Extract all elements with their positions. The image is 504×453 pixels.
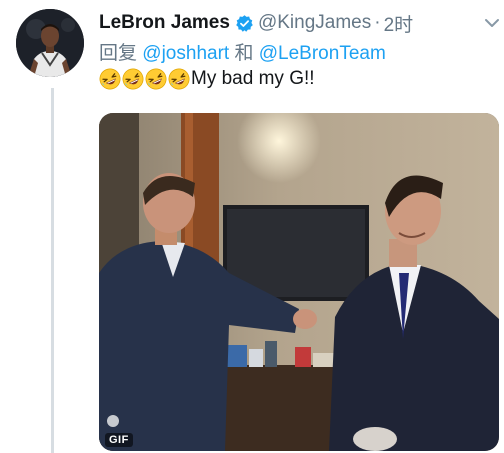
tweet-body: My bad my G!! [99,68,315,90]
thread-connector-line [51,88,54,453]
verified-badge-icon [236,14,253,32]
tweet-header: LeBron James @KingJames · 2时 [99,9,413,37]
author-handle[interactable]: @KingJames [258,12,371,34]
gif-media[interactable]: GIF [99,113,499,451]
timestamp[interactable]: 2时 [384,10,414,37]
gif-badge: GIF [105,433,133,447]
author-name[interactable]: LeBron James [99,12,230,34]
mention-link-lebronteam[interactable]: @LeBronTeam [259,43,386,64]
tweet-text: My bad my G!! [191,68,315,89]
mention-link-joshhart[interactable]: @joshhart [142,43,229,64]
rofl-emoji-icon [145,68,167,90]
avatar[interactable] [16,9,84,77]
rofl-emoji-icon [168,68,190,90]
meta-separator: · [374,12,381,33]
gif-frame-image [99,113,499,451]
reply-conjunction: 和 [234,43,254,64]
chevron-down-icon[interactable] [484,18,500,28]
rofl-emoji-icon [122,68,144,90]
replying-to-line: 回复 @joshhart 和 @LeBronTeam [99,38,386,65]
rofl-emoji-icon [99,68,121,90]
avatar-photo [16,9,84,77]
reply-prefix: 回复 [99,43,138,64]
